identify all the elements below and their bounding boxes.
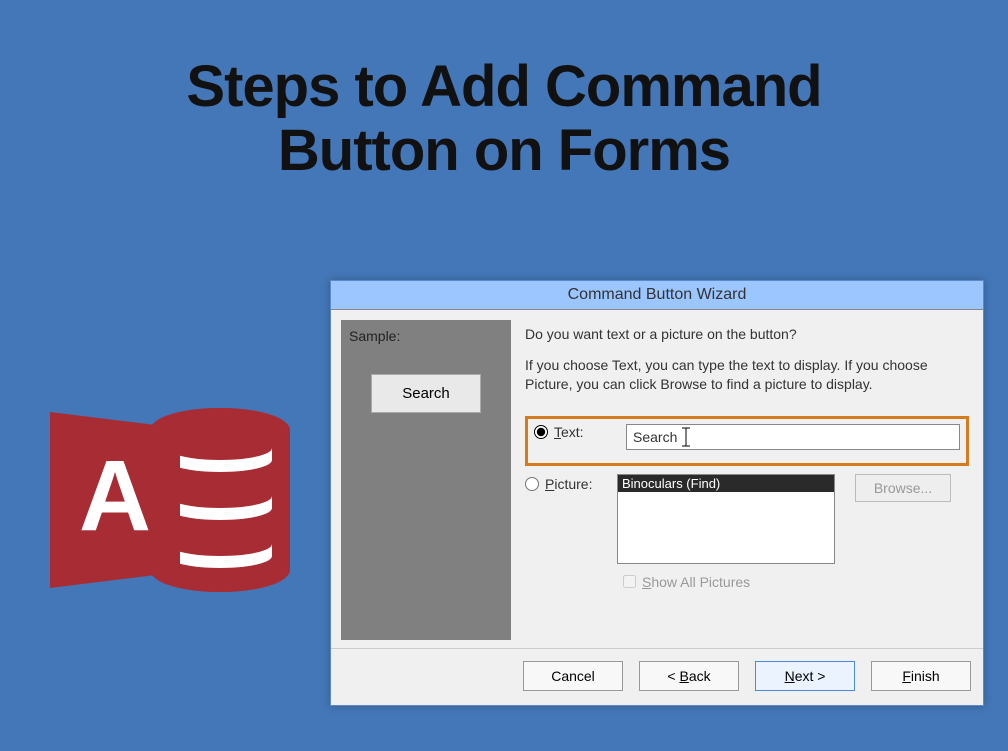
show-all-label: Show All Pictures [642,574,750,590]
wizard-prompt-1: Do you want text or a picture on the but… [525,326,969,342]
show-all-pictures-row: Show All Pictures [623,574,969,590]
text-cursor-icon [679,426,693,448]
svg-text:A: A [79,440,151,552]
picture-listbox[interactable]: Binoculars (Find) [617,474,835,564]
picture-list-item-selected[interactable]: Binoculars (Find) [618,475,834,492]
next-button[interactable]: Next > [755,661,855,691]
title-line-1: Steps to Add Command [186,54,821,119]
show-all-checkbox [623,575,636,588]
title-line-2: Button on Forms [278,118,730,183]
sample-label: Sample: [349,328,503,344]
browse-button: Browse... [855,474,951,502]
wizard-title: Command Button Wizard [568,286,747,303]
wizard-titlebar: Command Button Wizard [331,281,983,310]
access-logo-icon: A [30,360,300,630]
finish-button[interactable]: Finish [871,661,971,691]
back-button[interactable]: < Back [639,661,739,691]
slide-title: Steps to Add Command Button on Forms [0,0,1008,183]
wizard-footer: Cancel < Back Next > Finish [331,648,983,705]
picture-option-row: Picture: Binoculars (Find) Browse... [525,474,969,564]
cancel-button[interactable]: Cancel [523,661,623,691]
sample-preview-button: Search [371,374,481,413]
wizard-prompt-2: If you choose Text, you can type the tex… [525,356,969,394]
wizard-window: Command Button Wizard Sample: Search Do … [330,280,984,706]
text-option-highlight: Text: Search [525,416,969,466]
picture-radio[interactable] [525,477,539,491]
text-input[interactable]: Search [626,424,960,450]
picture-radio-label: Picture: [545,476,592,492]
text-input-value: Search [633,429,677,445]
text-radio-label: Text: [554,424,584,440]
text-option-row: Text: Search [534,424,960,450]
text-radio[interactable] [534,425,548,439]
wizard-body: Sample: Search Do you want text or a pic… [331,310,983,648]
wizard-main-panel: Do you want text or a picture on the but… [525,320,973,640]
sample-panel: Sample: Search [341,320,511,640]
